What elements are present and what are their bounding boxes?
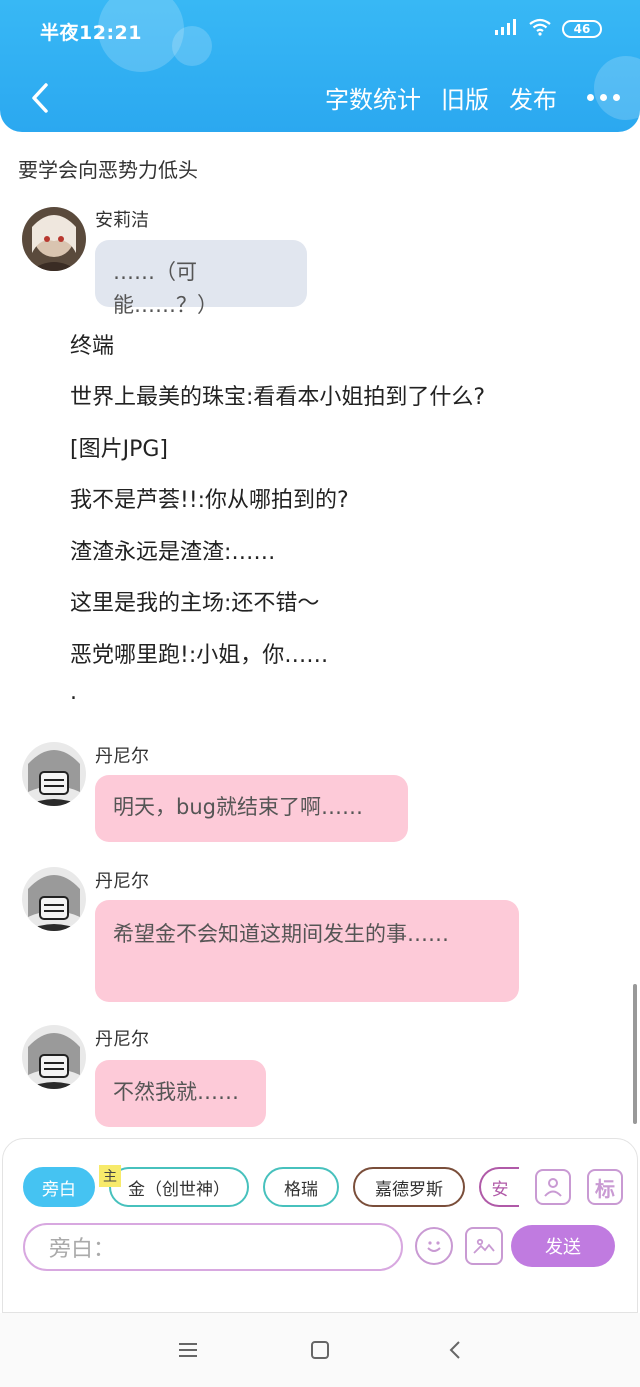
input-panel: 旁白 金（创世神） 格瑞 嘉德罗斯 安 主 标 旁白： 发送 [2,1138,638,1313]
role-chip[interactable]: 旁白 [23,1167,95,1207]
avatar[interactable] [22,1025,86,1089]
old-version-button[interactable]: 旧版 [441,80,489,115]
signal-icon [494,18,518,40]
system-nav-bar [0,1313,640,1387]
user-icon [544,1178,562,1197]
role-chip-row: 旁白 金（创世神） 格瑞 嘉德罗斯 安 主 [23,1165,523,1209]
message-bubble[interactable]: ……（可能……？） [95,240,307,317]
role-chip[interactable]: 格瑞 [263,1167,339,1207]
image-button[interactable] [465,1227,503,1265]
send-button[interactable]: 发送 [511,1225,615,1267]
menu-icon [179,1343,197,1357]
sender-name: 丹尼尔 [95,746,149,767]
sender-name: 安莉洁 [95,210,149,231]
chevron-left-icon [32,83,48,113]
publish-button[interactable]: 发布 [509,80,557,115]
tag-button[interactable]: 标 [587,1169,623,1205]
status-bar: 半夜12:21 46 [0,0,640,60]
narration-line: 世界上最美的珠宝:看看本小姐拍到了什么? [70,385,486,410]
narration-line: 终端 [70,334,115,359]
image-icon [473,1238,495,1254]
chat-content[interactable]: 要学会向恶势力低头 安莉洁 ……（可能……？） 终端 世界上最美的珠宝:看看本小… [0,132,640,1140]
narration-line: 恶党哪里跑!:小姐，你…… [70,643,329,668]
battery-icon: 46 [562,20,602,38]
back-key[interactable] [440,1335,470,1365]
role-chip[interactable]: 安 [479,1167,519,1207]
home-icon [311,1341,329,1359]
narration-line: [图片JPG] [70,437,168,462]
message-input[interactable]: 旁白： [23,1223,403,1271]
message-bubble[interactable]: 不然我就…… [95,1060,266,1127]
doc-title: 要学会向恶势力低头 [18,158,198,182]
home-key[interactable] [305,1335,335,1365]
role-manage-button[interactable] [535,1169,571,1205]
nav-actions: 字数统计 旧版 发布 [325,80,620,115]
avatar[interactable] [22,867,86,931]
status-time: 半夜12:21 [40,22,142,44]
wifi-icon [528,18,552,40]
narration-line: 这里是我的主场:还不错～ [70,591,320,616]
status-icons: 46 [494,18,602,40]
word-count-button[interactable]: 字数统计 [325,80,421,115]
back-icon [449,1341,460,1359]
emoji-button[interactable] [415,1227,453,1265]
message-bubble[interactable]: 明天，bug就结束了啊…… [95,775,408,842]
nav-bar: 字数统计 旧版 发布 [0,70,640,126]
sender-name: 丹尼尔 [95,1029,149,1050]
narration-line: 渣渣永远是渣渣:…… [70,540,276,565]
sender-name: 丹尼尔 [95,871,149,892]
main-role-badge: 主 [99,1165,121,1187]
role-chip[interactable]: 金（创世神） [109,1167,249,1207]
avatar[interactable] [22,742,86,806]
scrollbar[interactable] [633,984,637,1124]
narration-line: 我不是芦荟!!:你从哪拍到的? [70,488,349,513]
role-chip[interactable]: 嘉德罗斯 [353,1167,465,1207]
smiley-icon [427,1241,441,1252]
avatar[interactable] [22,207,86,271]
app-header: 半夜12:21 46 字数统计 旧版 发布 [0,0,640,132]
message-bubble[interactable]: 希望金不会知道这期间发生的事…… [95,900,519,1002]
more-icon[interactable] [587,94,620,101]
narration-line: . [70,680,77,705]
back-button[interactable] [22,78,58,118]
menu-key[interactable] [173,1335,203,1365]
